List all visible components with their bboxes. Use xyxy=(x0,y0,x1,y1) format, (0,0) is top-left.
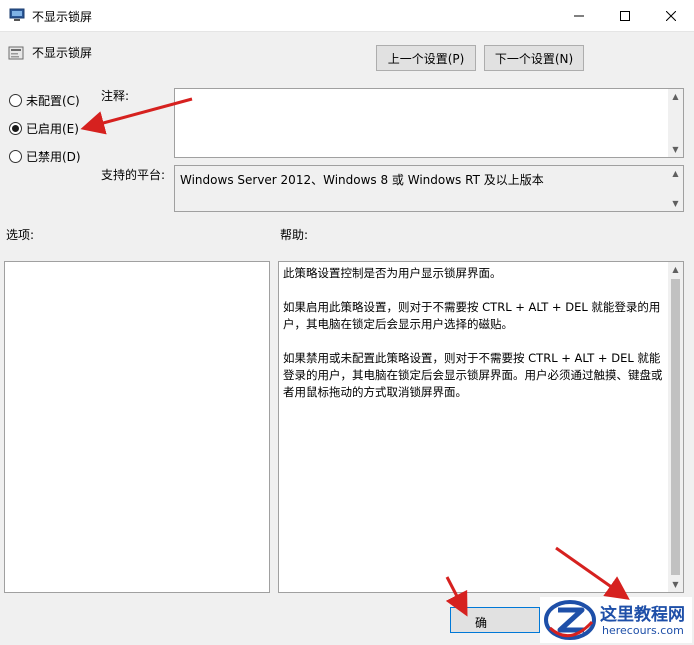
radio-enabled-label: 已启用(E) xyxy=(26,122,79,136)
scroll-up-icon[interactable]: ▲ xyxy=(668,262,683,277)
close-button[interactable] xyxy=(648,0,694,31)
platform-value: Windows Server 2012、Windows 8 或 Windows … xyxy=(180,173,544,187)
policy-app-icon xyxy=(9,8,25,21)
options-pane xyxy=(4,261,270,593)
radio-disabled-label: 已禁用(D) xyxy=(26,150,81,164)
radio-enabled-circle[interactable] xyxy=(9,122,22,135)
policy-setting-icon xyxy=(8,46,24,60)
radio-not-configured[interactable]: 未配置(C) xyxy=(9,92,80,109)
window-title: 不显示锁屏 xyxy=(32,10,93,24)
ok-button-label: 确 xyxy=(475,616,488,630)
radio-not-configured-circle[interactable] xyxy=(9,94,22,107)
platform-field: Windows Server 2012、Windows 8 或 Windows … xyxy=(174,165,684,212)
radio-disabled-circle[interactable] xyxy=(9,150,22,163)
title-bar: 不显示锁屏 xyxy=(0,0,694,32)
maximize-button[interactable] xyxy=(602,0,648,31)
platform-label: 支持的平台: xyxy=(101,168,166,182)
radio-disabled[interactable]: 已禁用(D) xyxy=(9,148,81,165)
comment-textarea[interactable]: ▲ ▼ xyxy=(174,88,684,158)
ok-button[interactable]: 确 xyxy=(450,607,540,633)
comment-scrollbar[interactable]: ▲ ▼ xyxy=(668,89,683,157)
scroll-up-icon[interactable]: ▲ xyxy=(668,166,683,181)
watermark-text-cn: 这里教程网 xyxy=(600,605,685,625)
watermark-text-en: herecours.com xyxy=(602,624,684,637)
radio-enabled[interactable]: 已启用(E) xyxy=(9,120,79,137)
scroll-down-icon[interactable]: ▼ xyxy=(668,142,683,157)
radio-not-configured-label: 未配置(C) xyxy=(26,94,80,108)
minimize-button[interactable] xyxy=(556,0,602,31)
watermark-logo-icon xyxy=(544,600,596,640)
minimize-icon xyxy=(574,15,584,16)
scroll-down-icon[interactable]: ▼ xyxy=(668,196,683,211)
scroll-up-icon[interactable]: ▲ xyxy=(668,89,683,104)
help-scroll-thumb[interactable] xyxy=(671,279,680,575)
comment-label: 注释: xyxy=(101,89,130,103)
platform-scrollbar[interactable]: ▲ ▼ xyxy=(668,166,683,211)
help-label: 帮助: xyxy=(280,228,309,242)
watermark: 这里教程网 herecours.com xyxy=(540,597,692,643)
close-icon xyxy=(666,10,676,21)
previous-setting-button[interactable]: 上一个设置(P) xyxy=(376,45,476,71)
setting-title: 不显示锁屏 xyxy=(32,46,93,60)
scroll-down-icon[interactable]: ▼ xyxy=(668,577,683,592)
maximize-icon xyxy=(620,10,630,21)
help-scrollbar[interactable]: ▲ ▼ xyxy=(668,262,683,592)
help-pane: 此策略设置控制是否为用户显示锁屏界面。 如果启用此策略设置，则对于不需要按 CT… xyxy=(278,261,684,593)
next-setting-button[interactable]: 下一个设置(N) xyxy=(484,45,584,71)
options-label: 选项: xyxy=(6,228,35,242)
help-text: 此策略设置控制是否为用户显示锁屏界面。 如果启用此策略设置，则对于不需要按 CT… xyxy=(283,266,663,399)
